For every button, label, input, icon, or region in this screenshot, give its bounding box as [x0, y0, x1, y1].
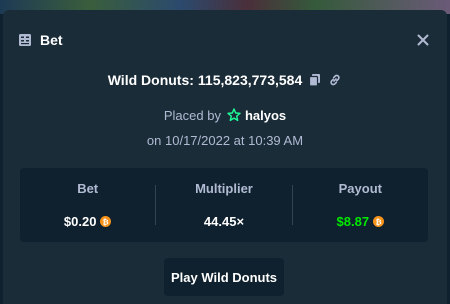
bet-datetime: on 10/17/2022 at 10:39 AM: [146, 132, 304, 148]
copy-icon[interactable]: [308, 73, 322, 87]
stat-multiplier-value: 44.45×: [203, 214, 245, 229]
link-icon[interactable]: [328, 73, 342, 87]
svg-text:₿: ₿: [103, 217, 109, 226]
game-name: Wild Donuts: [107, 72, 190, 88]
close-icon: [417, 34, 429, 46]
modal-title: Bet: [40, 32, 63, 48]
stat-bet-value-wrap: $0.20 ₿: [64, 214, 112, 229]
stat-payout-value: $8.87: [336, 214, 370, 229]
stat-bet-label: Bet: [77, 181, 99, 196]
stat-bet: Bet $0.20 ₿: [20, 181, 155, 229]
stat-payout: Payout $8.87 ₿: [293, 181, 428, 229]
stat-multiplier: Multiplier 44.45×: [156, 181, 291, 229]
stat-payout-label: Payout: [338, 181, 382, 196]
bet-ticket-icon: [19, 34, 31, 46]
svg-text:₿: ₿: [376, 217, 382, 226]
game-bet-id-line: Wild Donuts: 115,823,773,584: [0, 70, 450, 90]
stat-multiplier-label: Multiplier: [195, 181, 253, 196]
placed-by-line: Placed by halyos: [0, 106, 450, 124]
star-badge-icon: [227, 108, 241, 122]
username-link[interactable]: halyos: [245, 108, 286, 123]
stat-payout-value-wrap: $8.87 ₿: [337, 214, 385, 229]
placed-by-label: Placed by: [163, 107, 221, 123]
bet-id: 115,823,773,584: [197, 72, 303, 88]
bitcoin-icon: ₿: [100, 216, 112, 227]
game-separator: :: [189, 72, 194, 88]
stat-bet-value: $0.20: [63, 214, 97, 229]
bet-stats-panel: Bet $0.20 ₿ Multiplier 44.45× Payout $8.…: [20, 168, 428, 242]
close-button[interactable]: [414, 31, 432, 49]
bitcoin-icon: ₿: [373, 216, 385, 227]
modal-header: Bet: [18, 30, 432, 50]
play-game-button[interactable]: Play Wild Donuts: [164, 258, 284, 296]
